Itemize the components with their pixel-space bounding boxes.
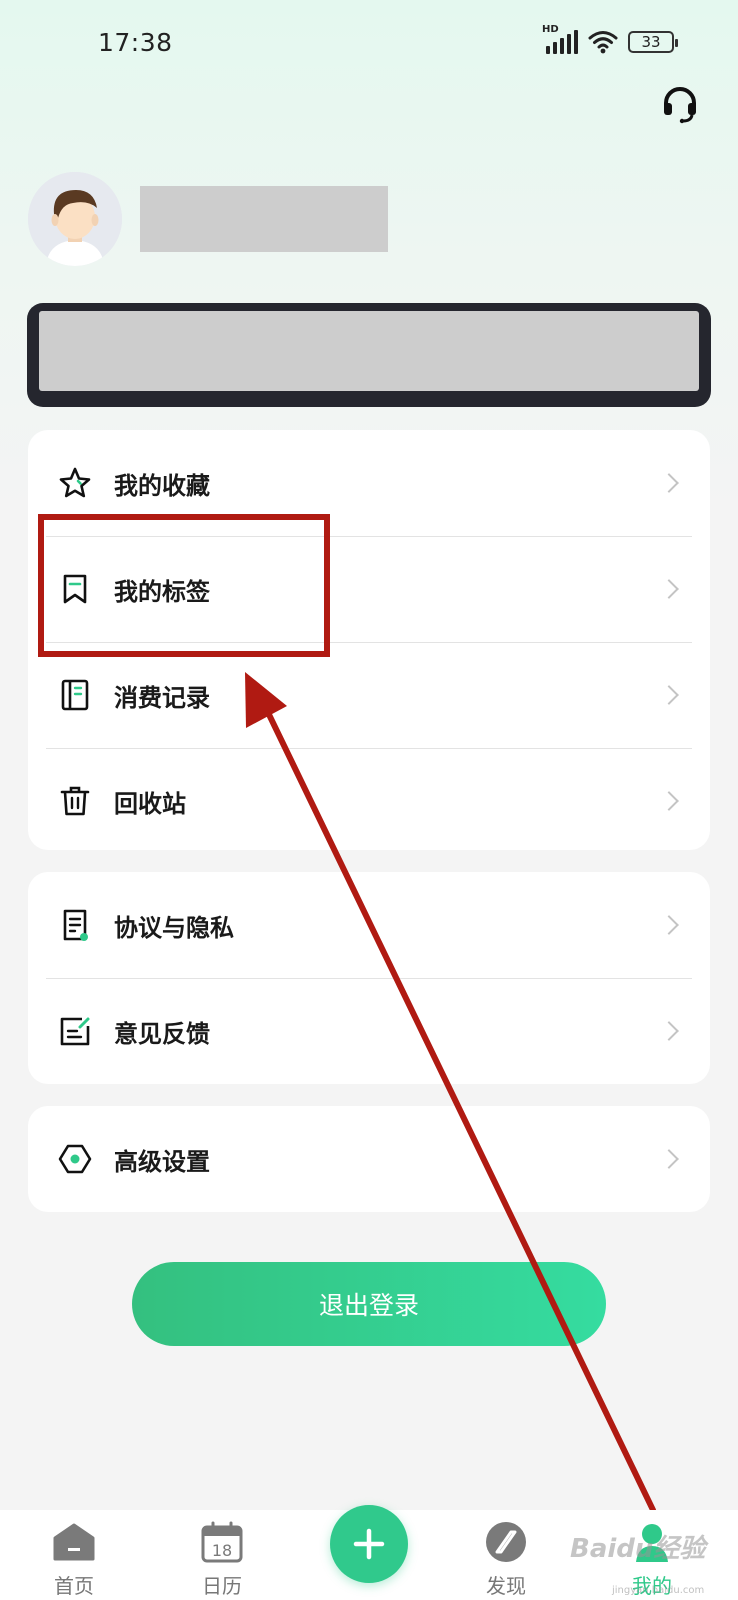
status-bar: 17:38 HD 33 <box>0 0 738 90</box>
home-icon <box>52 1520 96 1564</box>
menu-label: 消费记录 <box>114 683 210 712</box>
logout-button[interactable]: 退出登录 <box>132 1262 606 1346</box>
add-button[interactable] <box>330 1505 408 1583</box>
tab-home[interactable]: 首页 <box>14 1520 134 1599</box>
battery-icon: 33 <box>628 31 678 53</box>
status-time: 17:38 <box>98 28 173 57</box>
menu-card-advanced: 高级设置 <box>28 1106 710 1212</box>
calendar-day: 18 <box>212 1541 232 1560</box>
trash-icon <box>58 784 92 818</box>
menu-item-advanced-settings[interactable]: 高级设置 <box>28 1106 710 1212</box>
menu-card-secondary: 协议与隐私 意见反馈 <box>28 872 710 1084</box>
network-type-label: HD <box>542 24 559 35</box>
tab-discover[interactable]: 发现 <box>446 1520 566 1599</box>
chevron-right-icon <box>659 915 679 935</box>
watermark-url: jingyan.baidu.com <box>612 1585 705 1596</box>
star-icon <box>58 466 92 500</box>
menu-item-feedback[interactable]: 意见反馈 <box>28 978 710 1084</box>
watermark-logo: Baidu经验 <box>570 1534 706 1564</box>
feedback-icon <box>58 1014 92 1048</box>
menu-label: 回收站 <box>114 789 186 818</box>
membership-card-redacted <box>39 311 699 391</box>
tab-calendar[interactable]: 18 日历 <box>162 1520 282 1599</box>
annotation-highlight-box <box>38 514 330 657</box>
menu-label: 高级设置 <box>114 1147 210 1176</box>
menu-label: 我的收藏 <box>114 471 210 500</box>
avatar-icon <box>28 172 122 266</box>
document-icon <box>58 908 92 942</box>
tab-label: 首页 <box>54 1574 94 1598</box>
cell-signal-icon: HD <box>542 24 578 54</box>
tab-label: 发现 <box>486 1574 526 1598</box>
wifi-icon <box>588 31 618 54</box>
menu-item-recycle-bin[interactable]: 回收站 <box>28 748 710 854</box>
battery-level: 33 <box>641 33 661 51</box>
plus-icon <box>353 1528 385 1560</box>
headset-icon[interactable] <box>660 84 700 124</box>
avatar[interactable] <box>28 172 122 266</box>
chevron-right-icon <box>659 791 679 811</box>
calendar-icon: 18 <box>200 1520 244 1564</box>
menu-item-spending-records[interactable]: 消费记录 <box>28 642 710 748</box>
compass-icon <box>484 1520 528 1564</box>
hexagon-settings-icon <box>58 1142 92 1176</box>
chevron-right-icon <box>659 685 679 705</box>
ledger-icon <box>58 678 92 712</box>
tab-label: 日历 <box>202 1574 242 1598</box>
username-redacted <box>140 186 388 252</box>
menu-label: 协议与隐私 <box>114 913 234 942</box>
chevron-right-icon <box>659 1021 679 1041</box>
membership-card[interactable] <box>27 303 711 407</box>
chevron-right-icon <box>659 473 679 493</box>
chevron-right-icon <box>659 1149 679 1169</box>
status-icons: HD 33 <box>542 24 678 54</box>
menu-label: 意见反馈 <box>114 1019 210 1048</box>
chevron-right-icon <box>659 579 679 599</box>
menu-item-agreement-privacy[interactable]: 协议与隐私 <box>28 872 710 978</box>
